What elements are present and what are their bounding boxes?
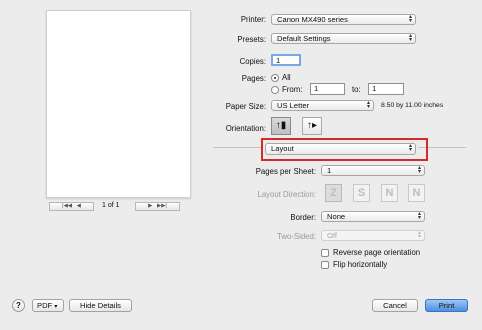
orientation-label: Orientation: [225, 124, 266, 133]
dropdown-arrow-icon: ▾ [54, 304, 58, 310]
pdf-label: PDF [37, 301, 53, 310]
layout-direction-n-reverse-button[interactable]: N [408, 184, 425, 202]
print-button[interactable]: Print [425, 299, 468, 312]
page-counter: 1 of 1 [102, 202, 120, 209]
preview-next-last: ▶ ▶▶| [135, 202, 180, 211]
hide-details-button[interactable]: Hide Details [69, 299, 132, 312]
two-sided-popup[interactable]: Off ▴ ▾ [321, 230, 425, 241]
pages-from-label: From: [282, 85, 303, 94]
preview-first-prev: |◀◀ ◀ [49, 202, 94, 211]
popup-arrows-icon: ▴ ▾ [366, 100, 370, 110]
printer-value: Canon MX490 series [277, 15, 348, 24]
orientation-landscape-button[interactable]: ↑▸ [302, 117, 322, 135]
layout-direction-z-button[interactable]: Z [325, 184, 342, 202]
layout-direction-label: Layout Direction: [257, 190, 316, 199]
popup-arrows-icon: ▴ ▾ [417, 211, 421, 221]
layout-direction-n-button[interactable]: N [381, 184, 398, 202]
presets-label: Presets: [237, 35, 266, 44]
paper-size-label: Paper Size: [225, 102, 266, 111]
popup-arrows-icon: ▴ ▾ [408, 14, 412, 24]
printer-popup[interactable]: Canon MX490 series ▴ ▾ [271, 14, 416, 25]
pages-label: Pages: [241, 74, 266, 83]
popup-arrows-icon: ▴ ▾ [417, 230, 421, 240]
portrait-icon: ↑▮ [275, 120, 287, 131]
page-preview [46, 10, 191, 198]
last-page-button[interactable]: ▶▶| [157, 203, 167, 209]
paper-size-value: US Letter [277, 101, 310, 110]
pages-per-sheet-value: 1 [327, 166, 332, 175]
paper-size-popup[interactable]: US Letter ▴ ▾ [271, 100, 374, 111]
orientation-portrait-button[interactable]: ↑▮ [271, 117, 291, 135]
landscape-icon: ↑▸ [306, 120, 318, 131]
pdf-menu-button[interactable]: PDF ▾ [32, 299, 64, 312]
pages-per-sheet-label: Pages per Sheet: [255, 167, 316, 176]
two-sided-label: Two-Sided: [276, 232, 316, 241]
print-dialog: |◀◀ ◀ 1 of 1 ▶ ▶▶| Printer: Canon MX490 … [0, 0, 482, 330]
flip-horizontal-label: Flip horizontally [333, 260, 388, 269]
pages-all-label: All [282, 73, 291, 82]
highlight-box [261, 138, 428, 161]
presets-popup[interactable]: Default Settings ▴ ▾ [271, 33, 416, 44]
border-label: Border: [290, 213, 316, 222]
pages-to-label: to: [352, 85, 361, 94]
flip-horizontal-checkbox[interactable] [321, 261, 329, 269]
paper-dimensions: 8.50 by 11.00 inches [381, 102, 444, 109]
reverse-orientation-label: Reverse page orientation [333, 248, 421, 257]
pages-per-sheet-popup[interactable]: 1 ▴ ▾ [321, 165, 425, 176]
copies-input[interactable]: 1 [271, 54, 301, 66]
cancel-button[interactable]: Cancel [372, 299, 418, 312]
reverse-orientation-checkbox[interactable] [321, 249, 329, 257]
printer-label: Printer: [240, 15, 266, 24]
section-divider-left [213, 147, 263, 148]
pages-from-input[interactable]: 1 [310, 83, 345, 95]
layout-direction-s-button[interactable]: S [353, 184, 370, 202]
copies-label: Copies: [239, 57, 266, 66]
pages-from-radio[interactable] [271, 86, 279, 94]
popup-arrows-icon: ▴ ▾ [417, 165, 421, 175]
popup-arrows-icon: ▴ ▾ [408, 33, 412, 43]
presets-value: Default Settings [277, 34, 331, 43]
two-sided-value: Off [327, 231, 337, 240]
pages-to-input[interactable]: 1 [368, 83, 404, 95]
next-page-button[interactable]: ▶ [148, 203, 152, 209]
help-button[interactable]: ? [12, 299, 25, 312]
previous-page-button[interactable]: ◀ [77, 203, 81, 209]
first-page-button[interactable]: |◀◀ [62, 203, 72, 209]
pages-all-radio[interactable] [271, 74, 279, 82]
border-popup[interactable]: None ▴ ▾ [321, 211, 425, 222]
border-value: None [327, 212, 346, 221]
